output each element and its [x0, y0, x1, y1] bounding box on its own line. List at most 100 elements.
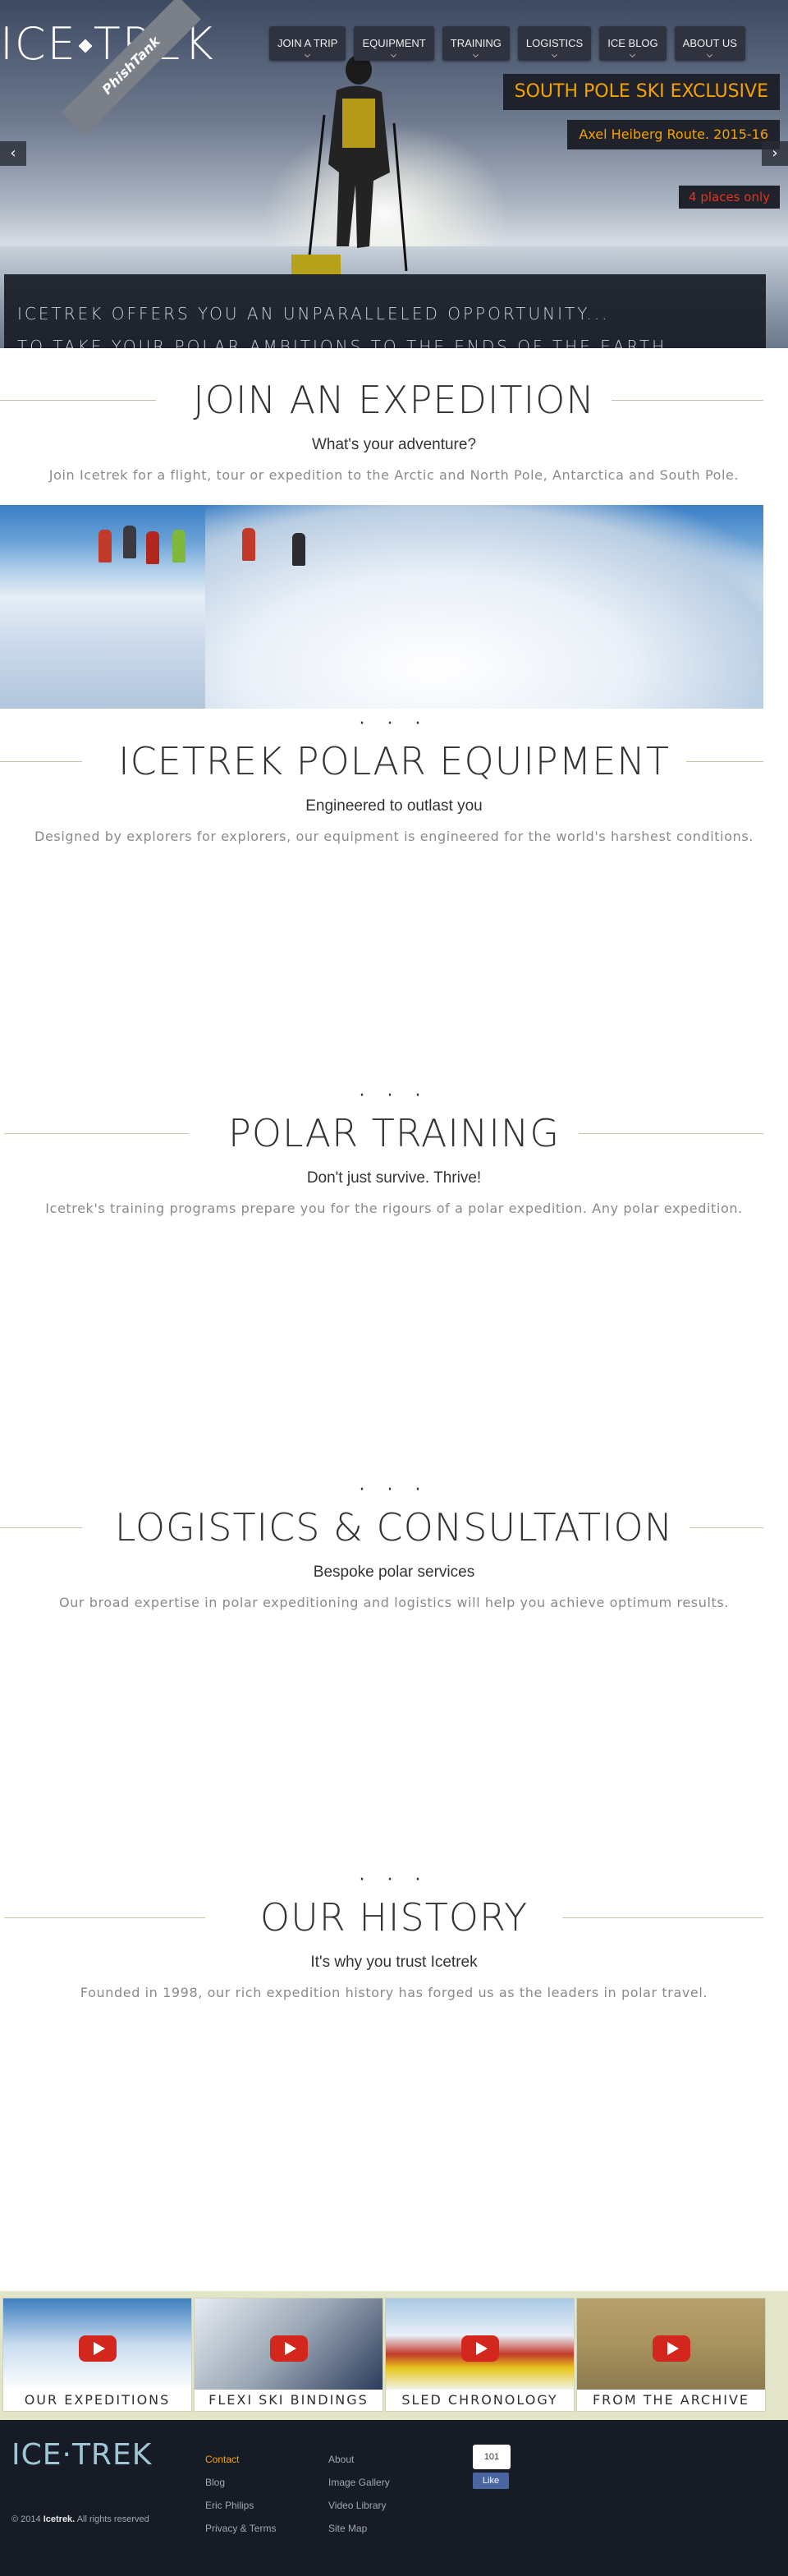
- footer-link-site-map[interactable]: Site Map: [328, 2517, 390, 2540]
- chevron-down-icon: [551, 51, 557, 58]
- section-subtitle: What's your adventure?: [311, 436, 477, 453]
- footer-link-privacy[interactable]: Privacy & Terms: [205, 2517, 276, 2540]
- play-icon[interactable]: [270, 2335, 308, 2362]
- chevron-down-icon: [391, 51, 397, 58]
- title-rule-right: [681, 1527, 763, 1528]
- skier-figure: [242, 528, 255, 561]
- section-join-expedition: JOIN AN EXPEDITION What's your adventure…: [0, 371, 788, 484]
- chevron-down-icon: [472, 51, 479, 58]
- nav-label: LOGISTICS: [525, 37, 584, 49]
- slider-prev-icon[interactable]: ‹: [0, 141, 26, 166]
- tile-label: FROM THE ARCHIVE: [577, 2390, 765, 2411]
- play-icon[interactable]: [653, 2335, 690, 2362]
- section-title[interactable]: ICETREK POLAR EQUIPMENT: [102, 732, 686, 790]
- promo-title[interactable]: SOUTH POLE SKI EXCLUSIVE: [502, 74, 780, 110]
- play-icon[interactable]: [79, 2335, 117, 2362]
- gallery-tile-sled-chronology[interactable]: SLED CHRONOLOGY: [385, 2298, 575, 2412]
- footer-link-contact[interactable]: Contact: [205, 2448, 276, 2471]
- footer-link-video-library[interactable]: Video Library: [328, 2494, 390, 2517]
- footer-link-blog[interactable]: Blog: [205, 2471, 276, 2494]
- tile-label: OUR EXPEDITIONS: [3, 2390, 191, 2411]
- section-title[interactable]: LOGISTICS & CONSULTATION: [98, 1499, 690, 1556]
- nav-equipment[interactable]: EQUIPMENT: [354, 26, 434, 61]
- section-title[interactable]: OUR HISTORY: [243, 1889, 545, 1946]
- section-subtitle: It's why you trust Icetrek: [310, 1954, 478, 1971]
- footer-links-col-1: Contact Blog Eric Philips Privacy & Term…: [205, 2448, 276, 2540]
- tile-label: FLEXI SKI BINDINGS: [195, 2390, 383, 2411]
- hero-banner-line-2: TO TAKE YOUR POLAR AMBITIONS TO THE ENDS…: [17, 337, 667, 348]
- copyright-prefix: © 2014: [11, 2514, 41, 2524]
- section-description: Designed by explorers for explorers, our…: [34, 829, 754, 844]
- title-rule-right: [579, 1133, 763, 1134]
- facebook-like-widget: 101 Like: [473, 2445, 511, 2489]
- main-nav: JOIN A TRIP EQUIPMENT TRAINING LOGISTICS…: [269, 26, 745, 61]
- footer-link-eric-philips[interactable]: Eric Philips: [205, 2494, 276, 2517]
- footer-copyright: © 2014 Icetrek. All rights reserved: [11, 2514, 151, 2525]
- section-description: Founded in 1998, our rich expedition his…: [80, 1985, 708, 2000]
- footer-link-about[interactable]: About: [328, 2448, 390, 2471]
- promo-subtitle: Axel Heiberg Route. 2015-16: [567, 120, 780, 149]
- section-title[interactable]: POLAR TRAINING: [212, 1104, 576, 1162]
- promo-places-badge: 4 places only: [679, 186, 780, 209]
- play-icon[interactable]: [461, 2335, 499, 2362]
- skier-figure: [172, 530, 186, 562]
- section-description: Join Icetrek for a flight, tour or exped…: [48, 467, 740, 483]
- section-dots: · · ·: [359, 1870, 429, 1890]
- nav-join-a-trip[interactable]: JOIN A TRIP: [269, 26, 346, 61]
- skier-figure: [98, 530, 112, 562]
- title-rule-left: [4, 1917, 205, 1918]
- nav-ice-blog[interactable]: ICE BLOG: [599, 26, 667, 61]
- nav-label: EQUIPMENT: [362, 37, 426, 49]
- thumbs-up-icon: 101: [473, 2445, 511, 2469]
- ice-blocks: [205, 505, 763, 709]
- hero-banner: ICETREK OFFERS YOU AN UNPARALLELED OPPOR…: [4, 274, 766, 348]
- nav-label: JOIN A TRIP: [277, 37, 338, 49]
- gallery-tile-archive[interactable]: FROM THE ARCHIVE: [576, 2298, 766, 2412]
- section-logistics: · · · LOGISTICS & CONSULTATION Bespoke p…: [0, 1480, 788, 1612]
- section-training: · · · POLAR TRAINING Don't just survive.…: [0, 1086, 788, 1218]
- logo-arrow-icon: [78, 39, 93, 53]
- expedition-photo[interactable]: [0, 505, 763, 709]
- skier-figure: [123, 526, 136, 558]
- nav-about-us[interactable]: ABOUT US: [674, 26, 745, 61]
- section-equipment: · · · ICETREK POLAR EQUIPMENT Engineered…: [0, 715, 788, 846]
- footer-logo[interactable]: ICE·TREK: [11, 2438, 152, 2472]
- title-rule-right: [562, 1917, 763, 1918]
- copyright-suffix: All rights reserved: [76, 2514, 149, 2524]
- title-rule-left: [4, 1133, 189, 1134]
- gallery-tile-expeditions[interactable]: OUR EXPEDITIONS: [2, 2298, 192, 2412]
- section-title[interactable]: JOIN AN EXPEDITION: [176, 371, 612, 429]
- section-subtitle: Engineered to outlast you: [305, 797, 483, 815]
- hero-slider: ICETREK PhishTank JOIN A TRIP EQUIPMENT …: [0, 0, 788, 348]
- gallery-tile-ski-bindings[interactable]: FLEXI SKI BINDINGS: [194, 2298, 383, 2412]
- section-subtitle: Bespoke polar services: [313, 1564, 475, 1581]
- chevron-down-icon: [629, 51, 635, 58]
- nav-label: ICE BLOG: [607, 37, 658, 49]
- skier-silhouette: [291, 55, 408, 275]
- title-rule-left: [0, 1527, 82, 1528]
- section-dots: · · ·: [359, 1086, 429, 1106]
- section-description: Icetrek's training programs prepare you …: [45, 1201, 743, 1216]
- section-dots: · · ·: [359, 1480, 429, 1500]
- slider-next-icon[interactable]: ›: [762, 141, 788, 166]
- video-gallery: OUR EXPEDITIONS FLEXI SKI BINDINGS SLED …: [0, 2291, 788, 2420]
- facebook-like-button[interactable]: Like: [473, 2473, 509, 2489]
- site-footer: ICE·TREK © 2014 Icetrek. All rights rese…: [0, 2420, 788, 2576]
- title-rule-left: [0, 400, 156, 401]
- nav-label: TRAINING: [450, 37, 502, 49]
- nav-label: ABOUT US: [682, 37, 737, 49]
- section-description: Our broad expertise in polar expeditioni…: [59, 1595, 729, 1610]
- nav-training[interactable]: TRAINING: [442, 26, 510, 61]
- section-history: · · · OUR HISTORY It's why you trust Ice…: [0, 1870, 788, 2002]
- title-rule-right: [607, 400, 763, 401]
- title-rule-left: [0, 761, 82, 762]
- chevron-down-icon: [304, 51, 310, 58]
- copyright-brand: Icetrek.: [43, 2514, 76, 2524]
- tile-label: SLED CHRONOLOGY: [386, 2390, 574, 2411]
- footer-link-image-gallery[interactable]: Image Gallery: [328, 2471, 390, 2494]
- skier-figure: [146, 531, 159, 564]
- section-subtitle: Don't just survive. Thrive!: [306, 1169, 482, 1187]
- nav-logistics[interactable]: LOGISTICS: [517, 26, 592, 61]
- hero-banner-line-1: ICETREK OFFERS YOU AN UNPARALLELED OPPOR…: [17, 304, 610, 324]
- skier-figure: [292, 533, 305, 566]
